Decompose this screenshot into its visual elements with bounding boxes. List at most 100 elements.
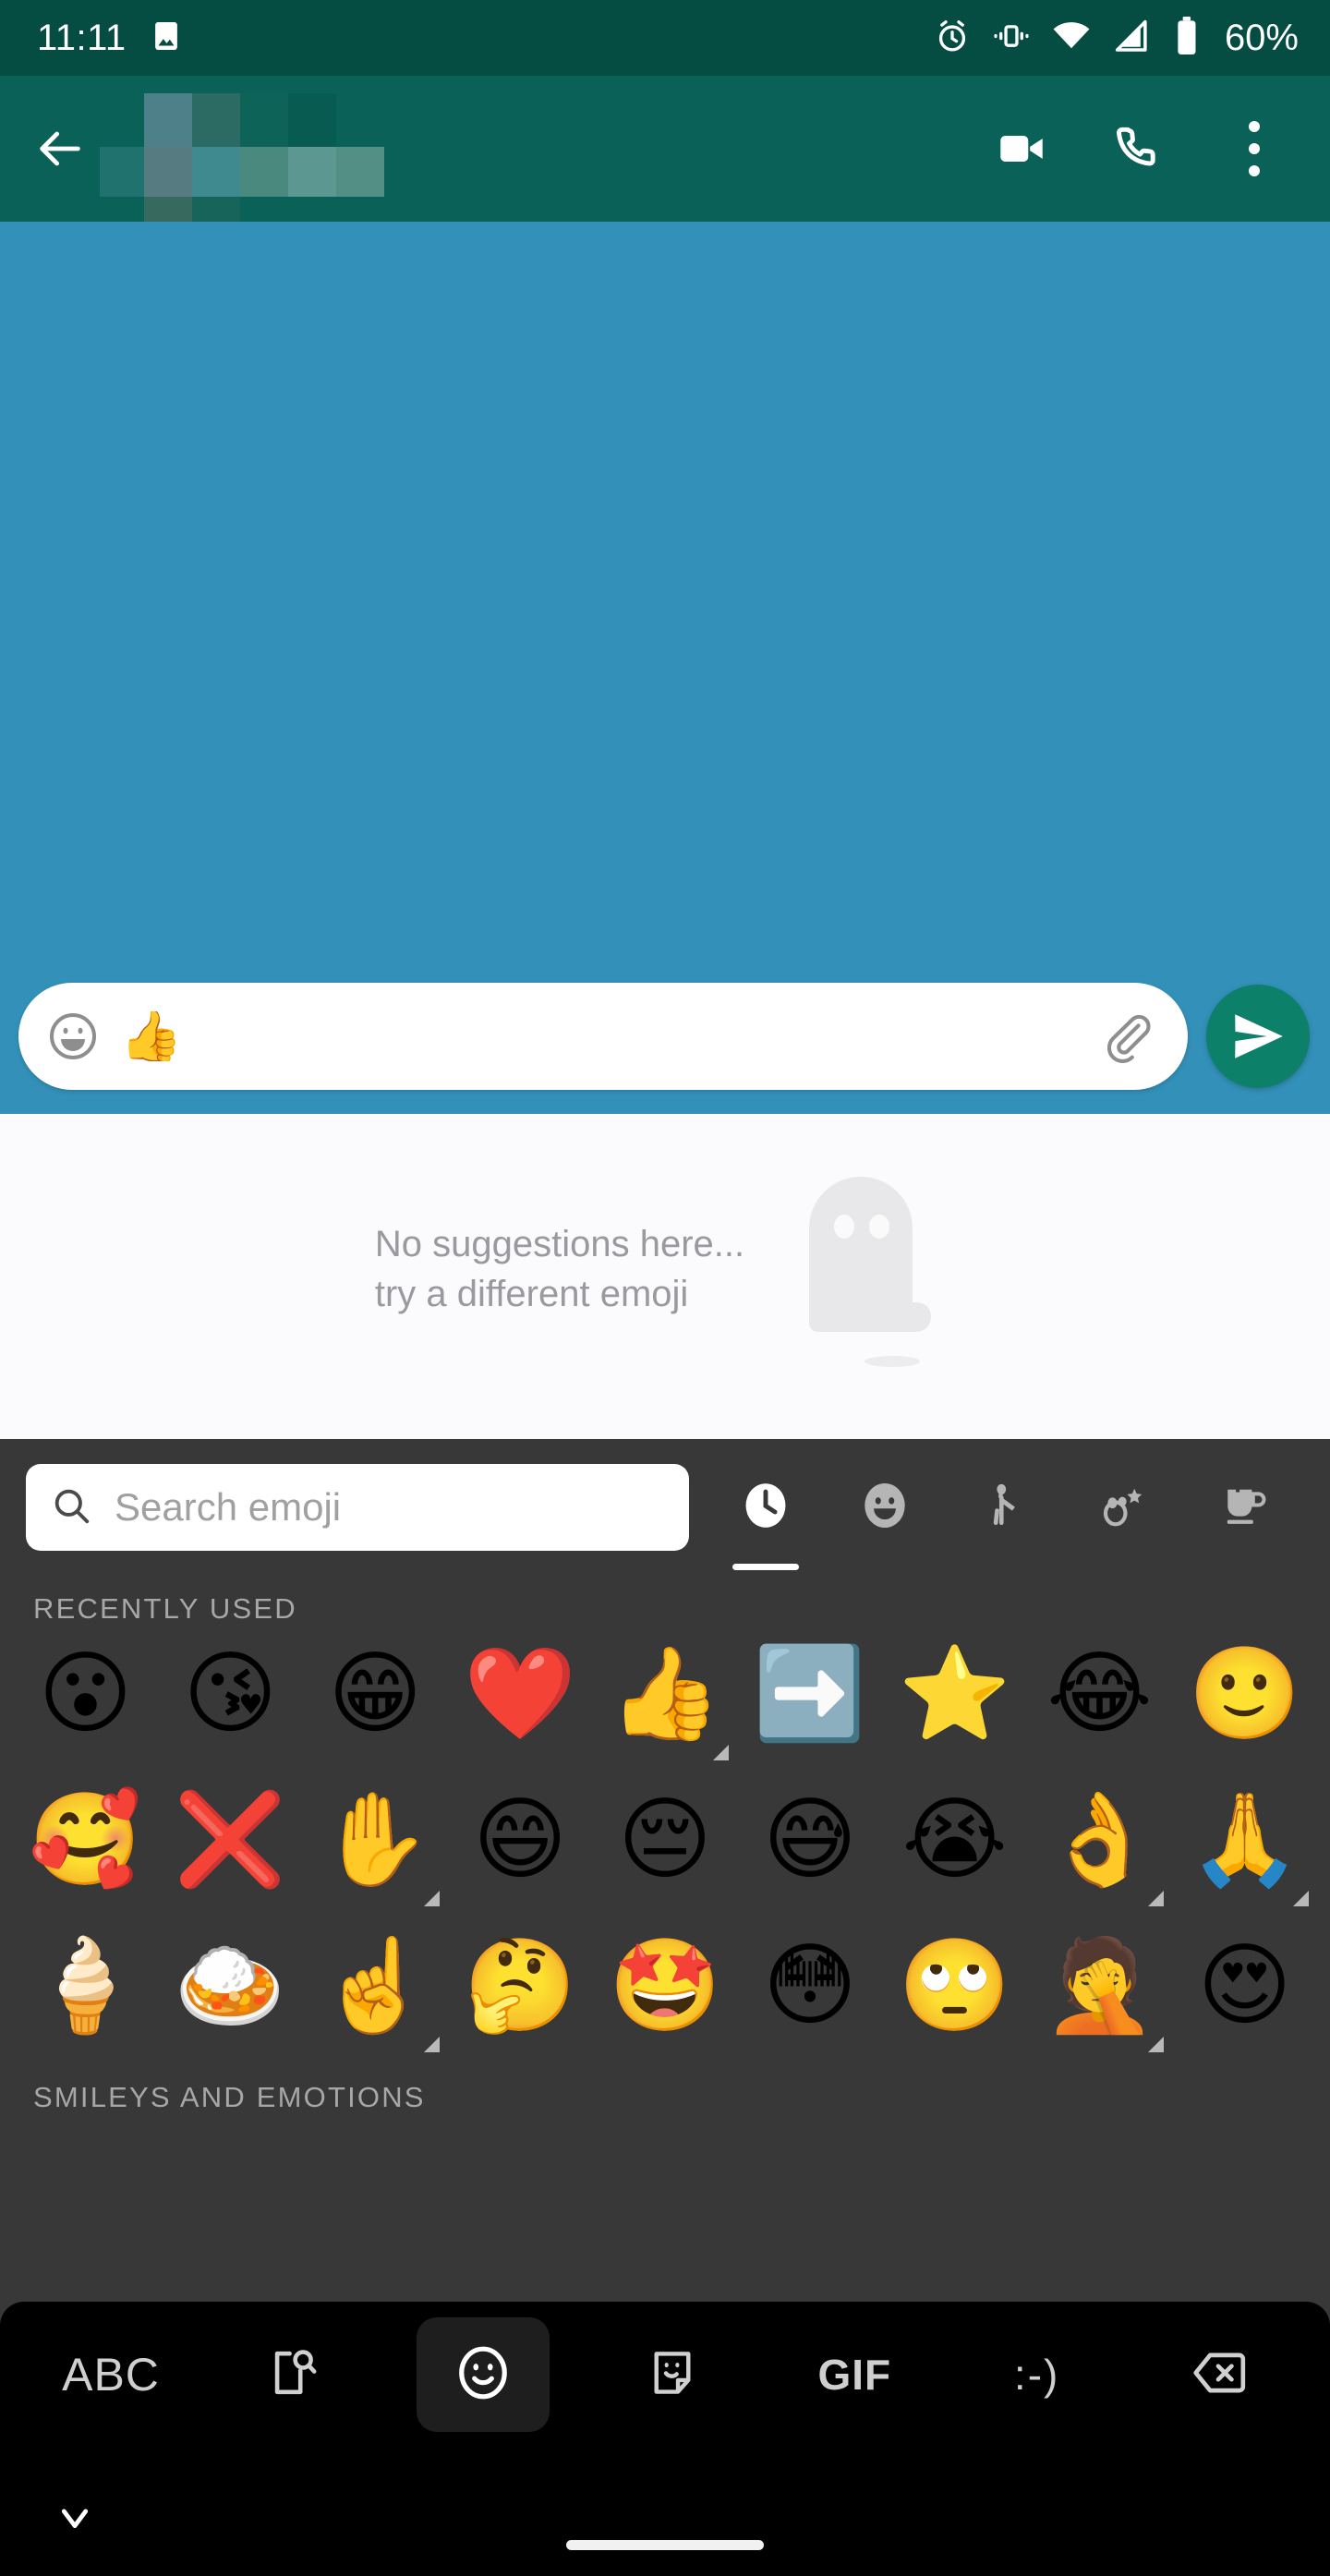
emoji-cross-mark[interactable]: ❌ bbox=[158, 1769, 303, 1915]
home-gesture-pill[interactable] bbox=[566, 2540, 764, 2550]
emoji-folded-hands[interactable]: 🙏 bbox=[1172, 1769, 1317, 1915]
emoji-tab-recent[interactable] bbox=[714, 1459, 817, 1570]
smiley-icon bbox=[859, 1480, 911, 1536]
emoji-glyph: 😂 bbox=[1046, 1641, 1153, 1747]
emoji-face-with-rolling-eyes[interactable]: 🙄 bbox=[882, 1915, 1027, 2061]
emoji-red-heart[interactable]: ❤️ bbox=[448, 1623, 593, 1769]
emoji-smiling-face-with-heart-eyes[interactable]: 😍 bbox=[1172, 1915, 1317, 2061]
voice-call-button[interactable] bbox=[1108, 119, 1167, 178]
signal-icon bbox=[1112, 17, 1151, 60]
emoji-star-struck[interactable]: 🤩 bbox=[593, 1915, 738, 2061]
status-bar-left: 11:11 bbox=[37, 18, 184, 58]
emoji-pensive-face[interactable]: 😔 bbox=[593, 1769, 738, 1915]
gif-button[interactable]: GIF bbox=[795, 2317, 913, 2432]
food-drink-icon bbox=[1218, 1480, 1270, 1536]
overflow-menu-button[interactable] bbox=[1225, 119, 1284, 178]
backspace-button[interactable] bbox=[1160, 2317, 1278, 2432]
emoji-ok-hand[interactable]: 👌 bbox=[1027, 1769, 1172, 1915]
app-bar bbox=[0, 76, 1330, 223]
emoji-tab-nature[interactable] bbox=[1073, 1459, 1177, 1555]
emoji-glyph: 😔 bbox=[617, 1787, 713, 1893]
hide-keyboard-button[interactable] bbox=[39, 2490, 111, 2547]
emoji-glyph: 🤩 bbox=[608, 1933, 722, 2038]
abc-button[interactable]: ABC bbox=[52, 2317, 170, 2432]
emoji-right-arrow[interactable]: ➡️ bbox=[737, 1623, 882, 1769]
emoji-tab-food[interactable] bbox=[1192, 1459, 1296, 1555]
active-tab-indicator bbox=[732, 1564, 799, 1570]
emoji-grid: 😮 😘 😁 ❤️ 👍 ➡️ ⭐ 😂 🙂 🥰 ❌ ✋ 😄 😔 😅 😭 👌 � bbox=[0, 1623, 1330, 2061]
kebab-icon bbox=[1249, 121, 1260, 176]
variant-indicator bbox=[423, 2037, 440, 2052]
message-input-text[interactable]: 👍 bbox=[109, 1011, 1092, 1061]
abc-label: ABC bbox=[62, 2349, 160, 2401]
video-call-button[interactable] bbox=[992, 119, 1051, 178]
emoticon-button[interactable]: :-) bbox=[978, 2317, 1096, 2432]
emoji-glyph: 🍦 bbox=[29, 1933, 142, 2038]
system-navigation-bar bbox=[0, 2448, 1330, 2576]
person-icon bbox=[979, 1480, 1031, 1536]
phone-screen: 11:11 60% 👍 No suggestions here... try a… bbox=[0, 0, 1330, 2576]
back-button[interactable] bbox=[26, 115, 94, 183]
backspace-icon bbox=[1191, 2344, 1248, 2406]
emoji-thinking-face[interactable]: 🤔 bbox=[448, 1915, 593, 2061]
section-header-recently-used: RECENTLY USED bbox=[33, 1592, 297, 1625]
emoji-glyph: 😭 bbox=[901, 1787, 1009, 1893]
variant-indicator bbox=[1293, 1891, 1310, 1906]
battery-icon bbox=[1171, 16, 1203, 61]
emoji-grinning-face-with-sweat[interactable]: 😅 bbox=[737, 1769, 882, 1915]
image-search-button[interactable] bbox=[234, 2317, 352, 2432]
emoji-toggle-icon[interactable] bbox=[42, 1006, 103, 1067]
vibrate-icon bbox=[992, 17, 1031, 60]
emoji-glyph: ✋ bbox=[319, 1787, 432, 1893]
emoji-button[interactable] bbox=[416, 2317, 550, 2432]
sticker-button[interactable] bbox=[613, 2317, 732, 2432]
emoji-tab-smileys[interactable] bbox=[833, 1459, 937, 1555]
emoji-face-with-tears-of-joy[interactable]: 😂 bbox=[1027, 1623, 1172, 1769]
emoji-glyph: 🍛 bbox=[174, 1933, 287, 2038]
emoji-glyph: 😁 bbox=[328, 1641, 423, 1747]
emoji-glyph: 😅 bbox=[762, 1787, 857, 1893]
emoji-index-pointing-up[interactable]: ☝️ bbox=[303, 1915, 448, 2061]
attach-icon[interactable] bbox=[1097, 1008, 1155, 1065]
ghost-illustration bbox=[789, 1164, 955, 1376]
section-header-smileys-and-emotions: SMILEYS AND EMOTIONS bbox=[33, 2081, 426, 2113]
emoji-loudly-crying-face[interactable]: 😭 bbox=[882, 1769, 1027, 1915]
emoji-tab-people[interactable] bbox=[953, 1459, 1057, 1555]
emoji-glyph: 👌 bbox=[1043, 1787, 1156, 1893]
emoji-curry-rice[interactable]: 🍛 bbox=[158, 1915, 303, 2061]
emoji-face-blowing-a-kiss[interactable]: 😘 bbox=[158, 1623, 303, 1769]
emoji-flushed-face[interactable]: 😳 bbox=[737, 1915, 882, 2061]
emoji-glyph: 😘 bbox=[183, 1641, 278, 1747]
emoji-keyboard-panel: Search emoji RECENTLY USED 😮 😘 😁 ❤️ 👍 ➡️… bbox=[0, 1439, 1330, 2448]
emoji-search-row: Search emoji bbox=[0, 1459, 1330, 1570]
send-button[interactable] bbox=[1206, 985, 1310, 1088]
emoji-row: 😮 😘 😁 ❤️ 👍 ➡️ ⭐ 😂 🙂 bbox=[13, 1623, 1317, 1769]
emoji-face-with-open-mouth[interactable]: 😮 bbox=[13, 1623, 158, 1769]
emoji-slightly-smiling-face[interactable]: 🙂 bbox=[1172, 1623, 1317, 1769]
status-time: 11:11 bbox=[37, 18, 127, 58]
emoji-glyph: 🤔 bbox=[464, 1933, 577, 2038]
emoji-row: 🥰 ❌ ✋ 😄 😔 😅 😭 👌 🙏 bbox=[13, 1769, 1317, 1915]
compose-row: 👍 bbox=[0, 983, 1330, 1090]
emoji-search-placeholder: Search emoji bbox=[115, 1485, 342, 1529]
emoji-search-input[interactable]: Search emoji bbox=[26, 1464, 689, 1551]
image-search-icon bbox=[266, 2346, 320, 2404]
emoji-glyph: 🙄 bbox=[898, 1933, 1011, 2038]
emoji-beaming-face-with-smiling-eyes[interactable]: 😁 bbox=[303, 1623, 448, 1769]
emoji-smiling-face-with-hearts[interactable]: 🥰 bbox=[13, 1769, 158, 1915]
keyboard-bottom-bar: ABC GIF:-) bbox=[0, 2302, 1330, 2448]
emoji-glyph: 😮 bbox=[38, 1641, 133, 1747]
emoji-person-facepalming[interactable]: 🤦 bbox=[1027, 1915, 1172, 2061]
emoji-thumbs-up[interactable]: 👍 bbox=[593, 1623, 738, 1769]
emoji-row: 🍦 🍛 ☝️ 🤔 🤩 😳 🙄 🤦 😍 bbox=[13, 1915, 1317, 2061]
emoji-smiley-icon bbox=[454, 2344, 512, 2406]
emoji-glyph: ➡️ bbox=[753, 1641, 866, 1747]
message-input-container[interactable]: 👍 bbox=[18, 983, 1188, 1090]
emoji-soft-ice-cream[interactable]: 🍦 bbox=[13, 1915, 158, 2061]
emoji-star[interactable]: ⭐ bbox=[882, 1623, 1027, 1769]
no-suggestions-line2: try a different emoji bbox=[374, 1274, 689, 1314]
emoji-grinning-face-with-smiling-eyes[interactable]: 😄 bbox=[448, 1769, 593, 1915]
emoji-raised-hand[interactable]: ✋ bbox=[303, 1769, 448, 1915]
emoji-suggestion-panel: No suggestions here... try a different e… bbox=[0, 1114, 1330, 1439]
contact-name-redacted[interactable] bbox=[100, 84, 392, 223]
